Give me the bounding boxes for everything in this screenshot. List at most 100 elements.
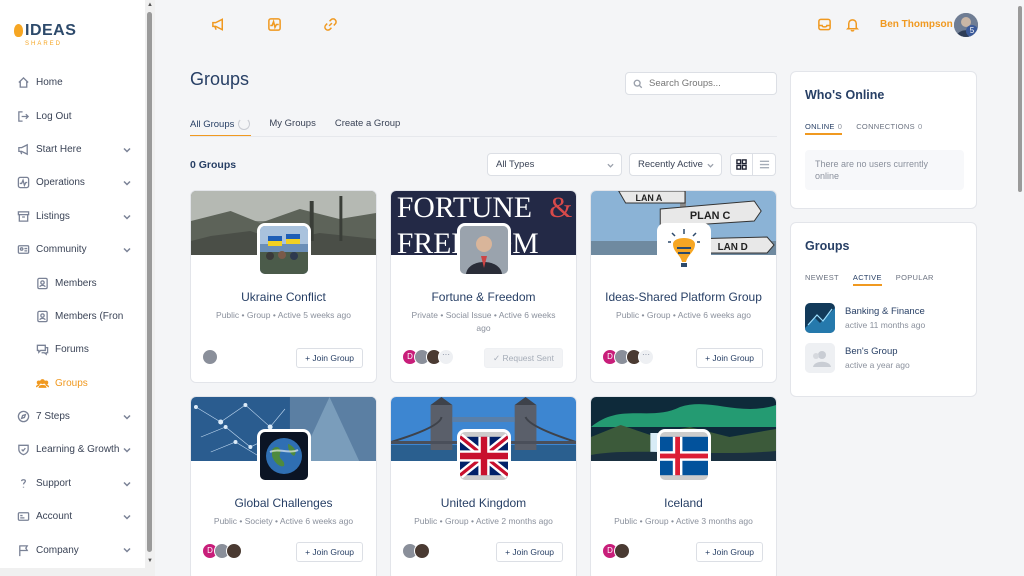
- group-activity: active a year ago: [845, 360, 910, 370]
- widget-tabs: NEWEST ACTIVE POPULAR: [805, 273, 948, 286]
- group-members[interactable]: D ···: [402, 349, 454, 365]
- flag-icon: [17, 544, 30, 557]
- chevron-down-icon[interactable]: [123, 413, 131, 421]
- group-card[interactable]: LAN A PLAN C LAN D Ideas-Shared Platform…: [590, 190, 777, 383]
- widget-group-item[interactable]: Ben's Group active a year ago: [805, 343, 910, 373]
- grid-view-button[interactable]: [730, 153, 753, 176]
- join-group-button[interactable]: + Join Group: [296, 542, 363, 562]
- sidebar-item-listings[interactable]: Listings: [0, 200, 145, 233]
- tab-online[interactable]: ONLINE 0: [805, 122, 843, 135]
- tab-create-group[interactable]: Create a Group: [335, 118, 400, 136]
- type-filter-select[interactable]: All Types: [487, 153, 622, 176]
- group-thumbnail[interactable]: [805, 303, 835, 333]
- sidebar-item-7-steps[interactable]: 7 Steps: [0, 400, 145, 433]
- sidebar-item-community[interactable]: Community: [0, 233, 145, 266]
- card-icon: [17, 510, 30, 523]
- sidebar-item-label: Forums: [55, 344, 89, 356]
- group-thumbnail[interactable]: [805, 343, 835, 373]
- group-members[interactable]: D: [202, 543, 242, 559]
- widget-group-item[interactable]: Banking & Finance active 11 months ago: [805, 303, 925, 333]
- tab-popular[interactable]: POPULAR: [896, 273, 934, 282]
- tab-active[interactable]: ACTIVE: [852, 273, 882, 286]
- page-scrollbar[interactable]: [1016, 0, 1024, 576]
- user-name[interactable]: Ben Thompson: [880, 19, 953, 30]
- inbox-icon[interactable]: [817, 17, 832, 32]
- sidebar-item-groups[interactable]: Groups: [0, 367, 145, 400]
- sidebar-item-operations[interactable]: Operations: [0, 166, 145, 199]
- group-card[interactable]: FORTUNE & FREEDOM Fortune & Freedom Priv…: [390, 190, 577, 383]
- group-card[interactable]: United Kingdom Public • Group • Active 2…: [390, 396, 577, 576]
- sidebar-item-logout[interactable]: Log Out: [0, 99, 145, 132]
- search-box[interactable]: [625, 72, 777, 95]
- tab-newest[interactable]: NEWEST: [805, 273, 839, 282]
- group-members[interactable]: [402, 543, 430, 559]
- member-avatar[interactable]: [202, 349, 218, 365]
- sidebar-item-home[interactable]: Home: [0, 66, 145, 99]
- sidebar-item-support[interactable]: Support: [0, 467, 145, 500]
- sidebar-item-label: Support: [36, 477, 72, 489]
- group-name[interactable]: Global Challenges: [191, 496, 376, 510]
- sidebar-item-learning-growth[interactable]: Learning & Growth: [0, 433, 145, 466]
- lightbulb-icon: [14, 24, 23, 37]
- group-tabs: All Groups My Groups Create a Group: [190, 118, 419, 137]
- chevron-down-icon[interactable]: [123, 546, 131, 554]
- bell-icon[interactable]: [845, 17, 860, 32]
- group-name[interactable]: Ideas-Shared Platform Group: [591, 290, 776, 304]
- scroll-up-arrow-icon[interactable]: ▲: [147, 2, 153, 8]
- sidebar-item-start-here[interactable]: Start Here: [0, 133, 145, 166]
- chevron-down-icon[interactable]: [123, 446, 131, 454]
- group-name[interactable]: Banking & Finance: [845, 306, 925, 317]
- group-name[interactable]: Fortune & Freedom: [391, 290, 576, 304]
- tab-my-groups[interactable]: My Groups: [269, 118, 315, 136]
- join-group-button[interactable]: + Join Group: [696, 542, 763, 562]
- group-name[interactable]: Iceland: [591, 496, 776, 510]
- group-name[interactable]: Ben's Group: [845, 346, 910, 357]
- sidebar-item-account[interactable]: Account: [0, 500, 145, 533]
- chevron-down-icon[interactable]: [123, 146, 131, 154]
- group-members[interactable]: D: [602, 543, 630, 559]
- site-logo[interactable]: IDEAS SHARED: [14, 22, 76, 47]
- more-members-icon[interactable]: ···: [638, 349, 654, 365]
- sidebar-item-members[interactable]: Members: [0, 266, 145, 299]
- search-input[interactable]: [649, 78, 769, 89]
- more-members-icon[interactable]: ···: [438, 349, 454, 365]
- chevron-down-icon[interactable]: [123, 513, 131, 521]
- sidebar-scrollbar[interactable]: ▲ ▼: [145, 0, 155, 576]
- group-members[interactable]: D ···: [602, 349, 654, 365]
- sidebar-item-forums[interactable]: Forums: [0, 333, 145, 366]
- request-sent-button[interactable]: ✓ Request Sent: [484, 348, 563, 368]
- group-name[interactable]: United Kingdom: [391, 496, 576, 510]
- chevron-up-icon[interactable]: [123, 246, 131, 254]
- page-scrollbar-thumb[interactable]: [1018, 6, 1022, 192]
- home-icon: [17, 76, 30, 89]
- chevron-down-icon[interactable]: [123, 480, 131, 488]
- chevron-down-icon[interactable]: [123, 179, 131, 187]
- join-group-button[interactable]: + Join Group: [496, 542, 563, 562]
- activity-icon[interactable]: [267, 17, 282, 32]
- member-avatar[interactable]: [614, 543, 630, 559]
- group-card[interactable]: Global Challenges Public • Society • Act…: [190, 396, 377, 576]
- sidebar-item-members-front[interactable]: Members (Fron: [0, 300, 145, 333]
- grid-icon: [736, 159, 747, 170]
- sidebar-scrollbar-thumb[interactable]: [147, 12, 152, 552]
- user-avatar[interactable]: 5: [954, 13, 978, 37]
- chevron-down-icon[interactable]: [123, 213, 131, 221]
- link-icon[interactable]: [323, 17, 338, 32]
- join-group-button[interactable]: + Join Group: [696, 348, 763, 368]
- sidebar-item-label: Log Out: [36, 110, 72, 122]
- scroll-down-arrow-icon[interactable]: ▼: [147, 558, 153, 564]
- tab-all-groups[interactable]: All Groups: [190, 118, 252, 137]
- join-group-button[interactable]: + Join Group: [296, 348, 363, 368]
- group-card[interactable]: Iceland Public • Group • Active 3 months…: [590, 396, 777, 576]
- member-avatar[interactable]: [414, 543, 430, 559]
- member-avatar[interactable]: [226, 543, 242, 559]
- megaphone-icon[interactable]: [211, 17, 226, 32]
- group-name[interactable]: Ukraine Conflict: [191, 290, 376, 304]
- list-view-button[interactable]: [753, 153, 776, 176]
- group-members[interactable]: [202, 349, 218, 365]
- tab-connections[interactable]: CONNECTIONS 0: [856, 122, 922, 131]
- horizontal-scrollbar[interactable]: [0, 568, 155, 576]
- order-filter-select[interactable]: Recently Active: [629, 153, 722, 176]
- sidebar-item-company[interactable]: Company: [0, 533, 145, 566]
- group-card[interactable]: Ukraine Conflict Public • Group • Active…: [190, 190, 377, 383]
